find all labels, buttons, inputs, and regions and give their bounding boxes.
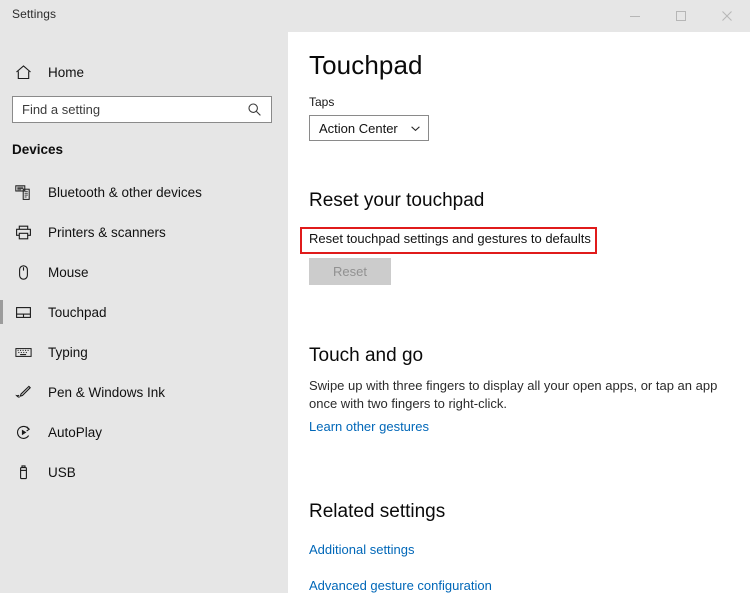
sidebar-item-label: AutoPlay — [48, 424, 103, 440]
bluetooth-devices-icon — [12, 181, 34, 203]
sidebar-item-label: USB — [48, 464, 76, 480]
taps-dropdown[interactable]: Action Center — [309, 115, 429, 141]
sidebar-item-label-home: Home — [48, 64, 85, 80]
touchpad-icon — [12, 301, 34, 323]
sidebar-item-usb[interactable]: USB — [0, 452, 288, 492]
taps-label: Taps — [309, 95, 335, 109]
learn-other-gestures-link[interactable]: Learn other gestures — [309, 419, 429, 434]
sidebar-category-title: Devices — [12, 142, 64, 157]
sidebar-item-touchpad[interactable]: Touchpad — [0, 292, 288, 332]
sidebar-item-bluetooth-other-devices[interactable]: Bluetooth & other devices — [0, 172, 288, 212]
printer-icon — [12, 221, 34, 243]
sidebar-item-pen-windows-ink[interactable]: Pen & Windows Ink — [0, 372, 288, 412]
mouse-icon — [12, 261, 34, 283]
window-controls — [612, 0, 750, 32]
sidebar: Home Devices — [0, 32, 288, 593]
autoplay-icon — [12, 421, 34, 443]
reset-description: Reset touchpad settings and gestures to … — [309, 231, 591, 246]
sidebar-item-label: Mouse — [48, 264, 89, 280]
selection-indicator — [0, 300, 3, 324]
reset-button[interactable]: Reset — [309, 258, 391, 285]
reset-heading: Reset your touchpad — [309, 190, 485, 211]
sidebar-item-label: Typing — [48, 344, 88, 360]
page-title: Touchpad — [309, 50, 423, 80]
sidebar-nav-list: Bluetooth & other devices Printers & sca… — [0, 172, 288, 492]
search-input[interactable] — [13, 98, 238, 121]
pen-icon — [12, 381, 34, 403]
advanced-gesture-configuration-link[interactable]: Advanced gesture configuration — [309, 578, 492, 593]
touch-and-go-description: Swipe up with three fingers to display a… — [309, 378, 718, 411]
maximize-button[interactable] — [658, 0, 704, 32]
home-icon — [12, 61, 34, 83]
sidebar-item-printers-scanners[interactable]: Printers & scanners — [0, 212, 288, 252]
close-button[interactable] — [704, 0, 750, 32]
sidebar-item-autoplay[interactable]: AutoPlay — [0, 412, 288, 452]
search-icon[interactable] — [237, 102, 271, 117]
usb-icon — [12, 461, 34, 483]
window-title: Settings — [12, 7, 57, 21]
sidebar-item-label: Printers & scanners — [48, 224, 166, 240]
minimize-button[interactable] — [612, 0, 658, 32]
search-box[interactable] — [12, 96, 272, 123]
sidebar-item-mouse[interactable]: Mouse — [0, 252, 288, 292]
related-settings-heading: Related settings — [309, 501, 446, 522]
sidebar-item-label: Pen & Windows Ink — [48, 384, 166, 400]
taps-selected-value: Action Center — [319, 120, 398, 136]
sidebar-item-typing[interactable]: Typing — [0, 332, 288, 372]
settings-window: Settings Home Find a setting Devices Blu… — [0, 0, 750, 593]
main-content: Touchpad Taps Action Center Reset your t… — [288, 32, 750, 593]
sidebar-item-label: Touchpad — [48, 304, 107, 320]
sidebar-item-label: Bluetooth & other devices — [48, 184, 202, 200]
additional-settings-link[interactable]: Additional settings — [309, 542, 415, 557]
touch-and-go-heading: Touch and go — [309, 345, 424, 366]
title-bar: Settings — [0, 0, 750, 32]
sidebar-item-home[interactable]: Home — [0, 52, 288, 92]
chevron-down-icon — [402, 123, 428, 134]
keyboard-icon — [12, 341, 34, 363]
